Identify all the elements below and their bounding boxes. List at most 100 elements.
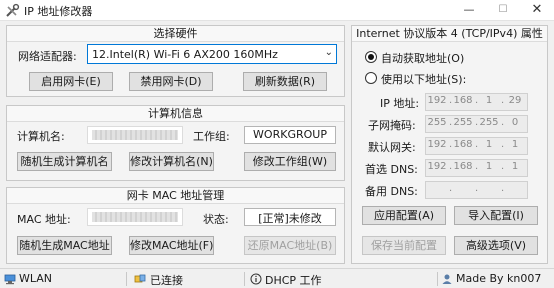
workgroup-field[interactable]: WORKGROUP [244, 126, 336, 144]
ipv4-panel: Internet 协议版本 4 (TCP/IPv4) 属性 自动获取地址(O) … [351, 25, 548, 264]
ip-octet: 1 [485, 95, 493, 106]
dns-octet: 168 [453, 161, 473, 172]
random-computer-name-button[interactable]: 随机生成计算机名 [17, 152, 112, 171]
minimize-button[interactable]: — [452, 0, 486, 21]
ip-octet: 29 [508, 95, 522, 106]
title-bar: IP 地址修改器 — ☐ ✕ [0, 0, 554, 21]
alt-dns-dot: . [475, 183, 479, 194]
gateway-octet: 168 [453, 139, 473, 150]
dns-dot: . [449, 161, 453, 172]
subnet-mask-field[interactable]: 255 . 255 . 255 . 0 [425, 115, 528, 133]
gateway-label: 默认网关: [368, 141, 416, 154]
dns-octet: 1 [511, 161, 519, 172]
advanced-options-button[interactable]: 高级选项(V) [454, 236, 538, 255]
close-button[interactable]: ✕ [520, 0, 554, 21]
mac-status-value: [正常]未修改 [258, 212, 322, 225]
tools-icon [6, 3, 20, 17]
import-config-button[interactable]: 导入配置(I) [454, 206, 538, 225]
gateway-dot: . [501, 139, 505, 150]
maximize-button[interactable]: ☐ [486, 0, 520, 21]
computer-panel-title: 计算机信息 [7, 106, 344, 122]
ip-address-label: IP 地址: [380, 97, 420, 110]
ip-octet: 192 [427, 95, 447, 106]
gateway-field[interactable]: 192 . 168 . 1 . 1 [425, 137, 528, 155]
dns-octet: 1 [485, 161, 493, 172]
save-config-button[interactable]: 保存当前配置 [362, 236, 446, 255]
gateway-octet: 1 [511, 139, 519, 150]
random-mac-button[interactable]: 随机生成MAC地址 [17, 236, 112, 255]
mask-dot: . [501, 117, 505, 128]
status-bar: WLAN 已连接 DHCP 工作 Made By kn007 [0, 268, 554, 288]
modify-computer-name-button[interactable]: 修改计算机名(N) [129, 152, 214, 171]
dns-dot: . [475, 161, 479, 172]
alternate-dns-label: 备用 DNS: [365, 185, 418, 198]
gateway-dot: . [475, 139, 479, 150]
connected-icon [134, 274, 146, 283]
ip-address-field[interactable]: 192 . 168 . 1 . 29 [425, 93, 528, 111]
ip-octet: 168 [453, 95, 473, 106]
connection-name: WLAN [19, 272, 53, 285]
mask-octet: 255 [479, 117, 499, 128]
mask-octet: 0 [511, 117, 519, 128]
ip-dot: . [475, 95, 479, 106]
mac-panel: 网卡 MAC 地址管理 MAC 地址: 状态: [正常]未修改 随机生成MAC地… [6, 187, 345, 264]
mask-octet: 255 [427, 117, 447, 128]
status-divider [126, 272, 127, 286]
author-credit: Made By kn007 [456, 272, 542, 285]
modify-workgroup-button[interactable]: 修改工作组(W) [244, 152, 336, 171]
manual-address-radio[interactable] [365, 72, 377, 84]
alt-dns-dot: . [449, 183, 453, 194]
mac-address-field[interactable] [87, 208, 183, 226]
auto-address-label[interactable]: 自动获取地址(O) [381, 50, 464, 66]
status-divider [244, 272, 245, 286]
dhcp-status: DHCP 工作 [265, 274, 322, 287]
gateway-dot: . [449, 139, 453, 150]
mac-status-label: 状态: [203, 213, 229, 226]
computer-name-label: 计算机名: [17, 130, 65, 143]
modify-mac-button[interactable]: 修改MAC地址(F) [129, 236, 214, 255]
workgroup-label: 工作组: [193, 130, 230, 143]
computer-panel: 计算机信息 计算机名: 工作组: WORKGROUP 随机生成计算机名 修改计算… [6, 105, 345, 181]
info-icon [250, 273, 262, 285]
enable-adapter-button[interactable]: 启用网卡(E) [29, 72, 113, 91]
mac-status-field: [正常]未修改 [244, 208, 336, 226]
dns-octet: 192 [427, 161, 447, 172]
gateway-octet: 1 [485, 139, 493, 150]
gateway-octet: 192 [427, 139, 447, 150]
adapter-select-value: 12.Intel(R) Wi-Fi 6 AX200 160MHz [92, 48, 278, 61]
mask-dot: . [475, 117, 479, 128]
dns-dot: . [501, 161, 505, 172]
refresh-data-button[interactable]: 刷新数据(R) [243, 72, 327, 91]
restore-mac-button[interactable]: 还原MAC地址(B) [244, 236, 336, 255]
window-title: IP 地址修改器 [24, 5, 93, 18]
auto-address-radio[interactable] [365, 51, 377, 63]
hardware-panel-title: 选择硬件 [7, 26, 344, 42]
redacted-computer-name [92, 130, 178, 140]
mask-dot: . [449, 117, 453, 128]
alternate-dns-field[interactable]: . . . [425, 181, 528, 199]
user-icon [442, 274, 452, 284]
subnet-mask-label: 子网掩码: [368, 119, 416, 132]
manual-address-label[interactable]: 使用以下地址(S): [381, 71, 466, 87]
connection-state: 已连接 [150, 274, 183, 287]
ipv4-panel-title: Internet 协议版本 4 (TCP/IPv4) 属性 [352, 26, 547, 42]
adapter-label: 网络适配器: [18, 50, 77, 63]
redacted-mac-address [92, 212, 178, 222]
ip-dot: . [501, 95, 505, 106]
mac-panel-title: 网卡 MAC 地址管理 [7, 188, 344, 204]
mask-octet: 255 [453, 117, 473, 128]
computer-name-field[interactable] [87, 126, 183, 144]
chevron-down-icon: ⌄ [324, 47, 333, 58]
workgroup-value: WORKGROUP [253, 128, 327, 141]
adapter-select[interactable]: 12.Intel(R) Wi-Fi 6 AX200 160MHz ⌄ [87, 44, 337, 64]
mac-address-label: MAC 地址: [17, 213, 71, 226]
alt-dns-dot: . [501, 183, 505, 194]
network-icon [4, 274, 16, 285]
preferred-dns-label: 首选 DNS: [365, 163, 418, 176]
ip-dot: . [449, 95, 453, 106]
status-divider [437, 272, 438, 286]
apply-config-button[interactable]: 应用配置(A) [362, 206, 446, 225]
hardware-panel: 选择硬件 网络适配器: 12.Intel(R) Wi-Fi 6 AX200 16… [6, 25, 345, 97]
preferred-dns-field[interactable]: 192 . 168 . 1 . 1 [425, 159, 528, 177]
disable-adapter-button[interactable]: 禁用网卡(D) [129, 72, 213, 91]
